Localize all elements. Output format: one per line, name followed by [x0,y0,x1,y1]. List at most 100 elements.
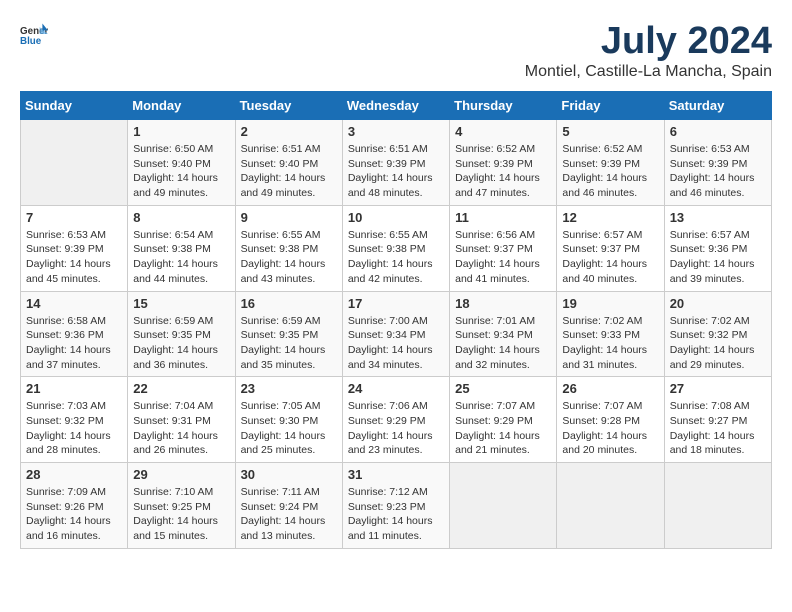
day-number: 16 [241,296,337,311]
title-section: July 2024 Montiel, Castille-La Mancha, S… [525,20,772,81]
calendar-cell: 26 Sunrise: 7:07 AMSunset: 9:28 PMDayligh… [557,377,664,463]
day-number: 1 [133,124,229,139]
day-info: Sunrise: 7:07 AMSunset: 9:29 PMDaylight:… [455,399,551,458]
calendar-day-header: Thursday [450,92,557,120]
day-info: Sunrise: 7:06 AMSunset: 9:29 PMDaylight:… [348,399,444,458]
location-subtitle: Montiel, Castille-La Mancha, Spain [525,63,772,81]
day-info: Sunrise: 7:10 AMSunset: 9:25 PMDaylight:… [133,485,229,544]
day-info: Sunrise: 7:01 AMSunset: 9:34 PMDaylight:… [455,314,551,373]
day-number: 20 [670,296,766,311]
day-number: 8 [133,210,229,225]
day-info: Sunrise: 7:05 AMSunset: 9:30 PMDaylight:… [241,399,337,458]
calendar-cell: 31 Sunrise: 7:12 AMSunset: 9:23 PMDayligh… [342,463,449,549]
calendar-header-row: SundayMondayTuesdayWednesdayThursdayFrid… [21,92,772,120]
calendar-day-header: Tuesday [235,92,342,120]
day-number: 12 [562,210,658,225]
day-info: Sunrise: 6:51 AMSunset: 9:39 PMDaylight:… [348,142,444,201]
calendar-cell: 16 Sunrise: 6:59 AMSunset: 9:35 PMDayligh… [235,291,342,377]
day-info: Sunrise: 6:59 AMSunset: 9:35 PMDaylight:… [241,314,337,373]
calendar-cell [450,463,557,549]
calendar-cell: 29 Sunrise: 7:10 AMSunset: 9:25 PMDayligh… [128,463,235,549]
day-number: 5 [562,124,658,139]
day-number: 18 [455,296,551,311]
day-info: Sunrise: 7:09 AMSunset: 9:26 PMDaylight:… [26,485,122,544]
day-number: 24 [348,381,444,396]
calendar-cell: 5 Sunrise: 6:52 AMSunset: 9:39 PMDaylight… [557,120,664,206]
day-info: Sunrise: 7:07 AMSunset: 9:28 PMDaylight:… [562,399,658,458]
calendar-cell: 10Sunrise: 6:55 AMSunset: 9:38 PMDayligh… [342,205,449,291]
calendar-cell: 27 Sunrise: 7:08 AMSunset: 9:27 PMDayligh… [664,377,771,463]
calendar-cell: 20 Sunrise: 7:02 AMSunset: 9:32 PMDayligh… [664,291,771,377]
day-number: 30 [241,467,337,482]
day-info: Sunrise: 7:02 AMSunset: 9:32 PMDaylight:… [670,314,766,373]
day-number: 31 [348,467,444,482]
calendar-week-row: 1 Sunrise: 6:50 AMSunset: 9:40 PMDaylight… [21,120,772,206]
day-number: 13 [670,210,766,225]
calendar-cell: 4Sunrise: 6:52 AMSunset: 9:39 PMDaylight… [450,120,557,206]
calendar-cell [557,463,664,549]
calendar-week-row: 28 Sunrise: 7:09 AMSunset: 9:26 PMDayligh… [21,463,772,549]
day-number: 3 [348,124,444,139]
calendar-cell: 14 Sunrise: 6:58 AMSunset: 9:36 PMDayligh… [21,291,128,377]
calendar-cell: 6Sunrise: 6:53 AMSunset: 9:39 PMDaylight… [664,120,771,206]
day-info: Sunrise: 7:03 AMSunset: 9:32 PMDaylight:… [26,399,122,458]
calendar-week-row: 14 Sunrise: 6:58 AMSunset: 9:36 PMDayligh… [21,291,772,377]
calendar-table: SundayMondayTuesdayWednesdayThursdayFrid… [20,91,772,549]
calendar-cell: 1 Sunrise: 6:50 AMSunset: 9:40 PMDaylight… [128,120,235,206]
day-number: 17 [348,296,444,311]
day-info: Sunrise: 6:50 AMSunset: 9:40 PMDaylight:… [133,142,229,201]
calendar-cell: 28 Sunrise: 7:09 AMSunset: 9:26 PMDayligh… [21,463,128,549]
day-number: 22 [133,381,229,396]
day-info: Sunrise: 6:52 AMSunset: 9:39 PMDaylight:… [455,142,551,201]
day-number: 11 [455,210,551,225]
day-number: 29 [133,467,229,482]
day-info: Sunrise: 7:12 AMSunset: 9:23 PMDaylight:… [348,485,444,544]
day-number: 21 [26,381,122,396]
day-info: Sunrise: 6:58 AMSunset: 9:36 PMDaylight:… [26,314,122,373]
day-info: Sunrise: 6:54 AMSunset: 9:38 PMDaylight:… [133,228,229,287]
calendar-cell: 15Sunrise: 6:59 AMSunset: 9:35 PMDayligh… [128,291,235,377]
day-number: 25 [455,381,551,396]
day-info: Sunrise: 7:08 AMSunset: 9:27 PMDaylight:… [670,399,766,458]
calendar-day-header: Wednesday [342,92,449,120]
calendar-cell: 8 Sunrise: 6:54 AMSunset: 9:38 PMDaylight… [128,205,235,291]
day-number: 2 [241,124,337,139]
calendar-cell: 9 Sunrise: 6:55 AMSunset: 9:38 PMDaylight… [235,205,342,291]
calendar-cell [664,463,771,549]
calendar-day-header: Sunday [21,92,128,120]
day-number: 14 [26,296,122,311]
calendar-cell: 13 Sunrise: 6:57 AMSunset: 9:36 PMDayligh… [664,205,771,291]
day-number: 15 [133,296,229,311]
calendar-cell: 25 Sunrise: 7:07 AMSunset: 9:29 PMDayligh… [450,377,557,463]
calendar-cell [21,120,128,206]
day-number: 9 [241,210,337,225]
day-info: Sunrise: 6:52 AMSunset: 9:39 PMDaylight:… [562,142,658,201]
logo-icon: General Blue [20,20,48,48]
day-number: 19 [562,296,658,311]
calendar-cell: 17Sunrise: 7:00 AMSunset: 9:34 PMDayligh… [342,291,449,377]
calendar-cell: 30 Sunrise: 7:11 AMSunset: 9:24 PMDayligh… [235,463,342,549]
page-header: General Blue July 2024 Montiel, Castille… [20,20,772,81]
calendar-cell: 24 Sunrise: 7:06 AMSunset: 9:29 PMDayligh… [342,377,449,463]
day-info: Sunrise: 6:57 AMSunset: 9:37 PMDaylight:… [562,228,658,287]
day-info: Sunrise: 6:57 AMSunset: 9:36 PMDaylight:… [670,228,766,287]
day-info: Sunrise: 6:55 AMSunset: 9:38 PMDaylight:… [348,228,444,287]
calendar-week-row: 7Sunrise: 6:53 AMSunset: 9:39 PMDaylight… [21,205,772,291]
calendar-cell: 11 Sunrise: 6:56 AMSunset: 9:37 PMDayligh… [450,205,557,291]
day-number: 23 [241,381,337,396]
day-info: Sunrise: 6:56 AMSunset: 9:37 PMDaylight:… [455,228,551,287]
calendar-week-row: 21 Sunrise: 7:03 AMSunset: 9:32 PMDayligh… [21,377,772,463]
day-info: Sunrise: 6:55 AMSunset: 9:38 PMDaylight:… [241,228,337,287]
day-info: Sunrise: 7:11 AMSunset: 9:24 PMDaylight:… [241,485,337,544]
calendar-day-header: Monday [128,92,235,120]
day-number: 28 [26,467,122,482]
day-info: Sunrise: 6:53 AMSunset: 9:39 PMDaylight:… [26,228,122,287]
day-info: Sunrise: 7:04 AMSunset: 9:31 PMDaylight:… [133,399,229,458]
calendar-day-header: Saturday [664,92,771,120]
day-number: 27 [670,381,766,396]
day-number: 26 [562,381,658,396]
calendar-cell: 23 Sunrise: 7:05 AMSunset: 9:30 PMDayligh… [235,377,342,463]
svg-text:Blue: Blue [20,36,42,47]
day-info: Sunrise: 6:51 AMSunset: 9:40 PMDaylight:… [241,142,337,201]
calendar-cell: 12 Sunrise: 6:57 AMSunset: 9:37 PMDayligh… [557,205,664,291]
